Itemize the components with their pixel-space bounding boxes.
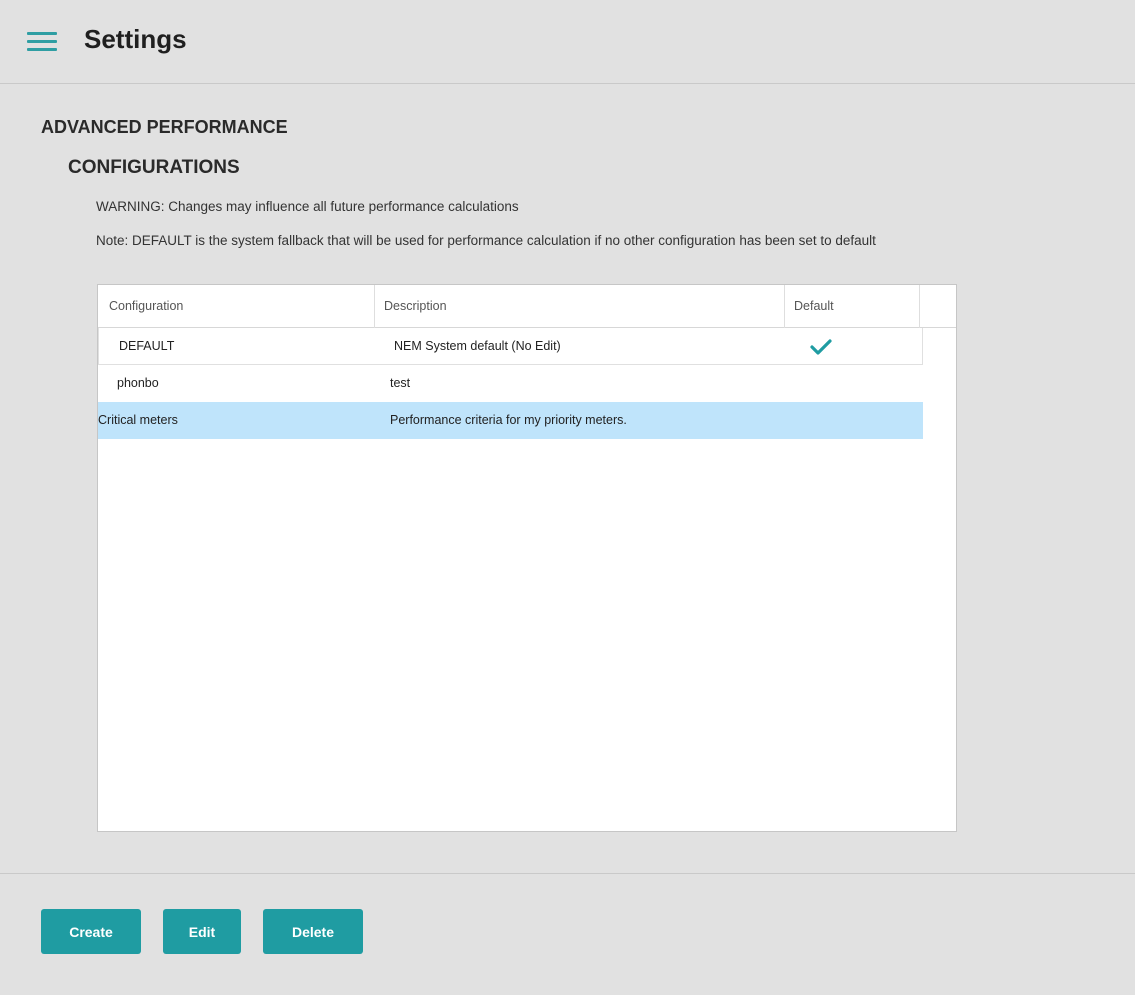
column-header-default[interactable]: Default bbox=[784, 285, 920, 328]
configurations-table: Configuration Description Default DEFAUL… bbox=[97, 284, 957, 832]
table-header: Configuration Description Default bbox=[98, 285, 956, 328]
table-row[interactable]: phonbo test bbox=[98, 365, 923, 402]
default-cell bbox=[809, 328, 833, 365]
section-subtitle: CONFIGURATIONS bbox=[68, 157, 240, 178]
description-cell: test bbox=[390, 376, 411, 390]
configuration-cell: Critical meters bbox=[98, 413, 178, 427]
table-row[interactable]: DEFAULT NEM System default (No Edit) bbox=[98, 328, 923, 365]
configuration-cell: phonbo bbox=[117, 376, 159, 390]
page-header: Settings bbox=[0, 0, 1135, 84]
action-footer: Create Edit Delete bbox=[0, 873, 1135, 995]
settings-app: Settings ADVANCED PERFORMANCE CONFIGURAT… bbox=[0, 0, 1135, 995]
column-header-configuration[interactable]: Configuration bbox=[109, 285, 371, 328]
section-title: ADVANCED PERFORMANCE bbox=[41, 117, 288, 137]
hamburger-menu-icon[interactable] bbox=[24, 28, 60, 56]
page-title: Settings bbox=[84, 24, 187, 54]
edit-button[interactable]: Edit bbox=[163, 909, 241, 954]
delete-button[interactable]: Delete bbox=[263, 909, 363, 954]
description-cell: NEM System default (No Edit) bbox=[394, 339, 561, 353]
table-body: DEFAULT NEM System default (No Edit) pho… bbox=[98, 328, 923, 439]
default-note-text: Note: DEFAULT is the system fallback tha… bbox=[96, 233, 876, 248]
column-header-description[interactable]: Description bbox=[374, 285, 784, 328]
table-row-selected[interactable]: Critical meters Performance criteria for… bbox=[98, 402, 923, 439]
warning-text: WARNING: Changes may influence all futur… bbox=[96, 199, 519, 214]
description-cell: Performance criteria for my priority met… bbox=[390, 413, 627, 427]
create-button[interactable]: Create bbox=[41, 909, 141, 954]
configuration-cell: DEFAULT bbox=[119, 339, 175, 353]
checkmark-icon bbox=[810, 339, 832, 355]
